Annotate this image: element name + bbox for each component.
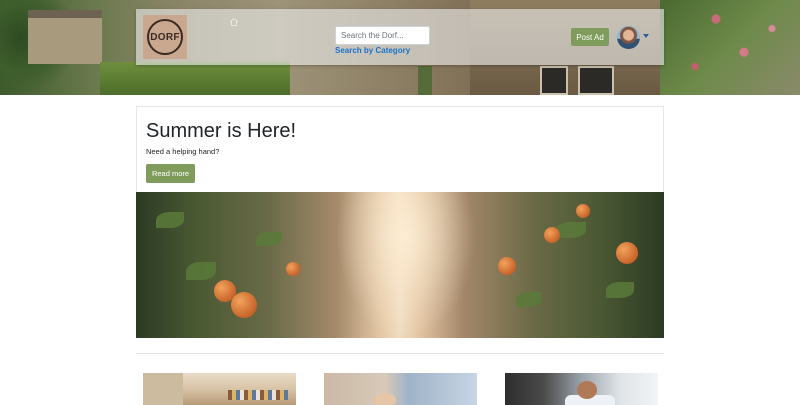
logo-text: DORF bbox=[150, 31, 180, 43]
listing-card-image[interactable] bbox=[505, 373, 658, 405]
promo-card: Summer is Here! Need a helping hand? Rea… bbox=[136, 106, 664, 338]
read-more-button[interactable]: Read more bbox=[146, 164, 195, 183]
section-divider bbox=[136, 353, 664, 354]
home-icon[interactable] bbox=[229, 17, 239, 27]
logo-ring: DORF bbox=[147, 19, 183, 55]
logo[interactable]: DORF bbox=[143, 15, 187, 59]
promo-title: Summer is Here! bbox=[146, 120, 297, 142]
avatar[interactable] bbox=[617, 26, 640, 49]
promo-subtitle: Need a helping hand? bbox=[146, 147, 220, 156]
listing-card-image[interactable] bbox=[143, 373, 296, 405]
post-ad-button[interactable]: Post Ad bbox=[571, 28, 609, 46]
navbar: DORF Search by Category Post Ad bbox=[136, 9, 664, 65]
caret-down-icon[interactable] bbox=[643, 34, 649, 38]
promo-image bbox=[136, 192, 664, 338]
search-input[interactable] bbox=[335, 26, 430, 45]
search-by-category-link[interactable]: Search by Category bbox=[335, 46, 410, 55]
listing-card-image[interactable] bbox=[324, 373, 477, 405]
